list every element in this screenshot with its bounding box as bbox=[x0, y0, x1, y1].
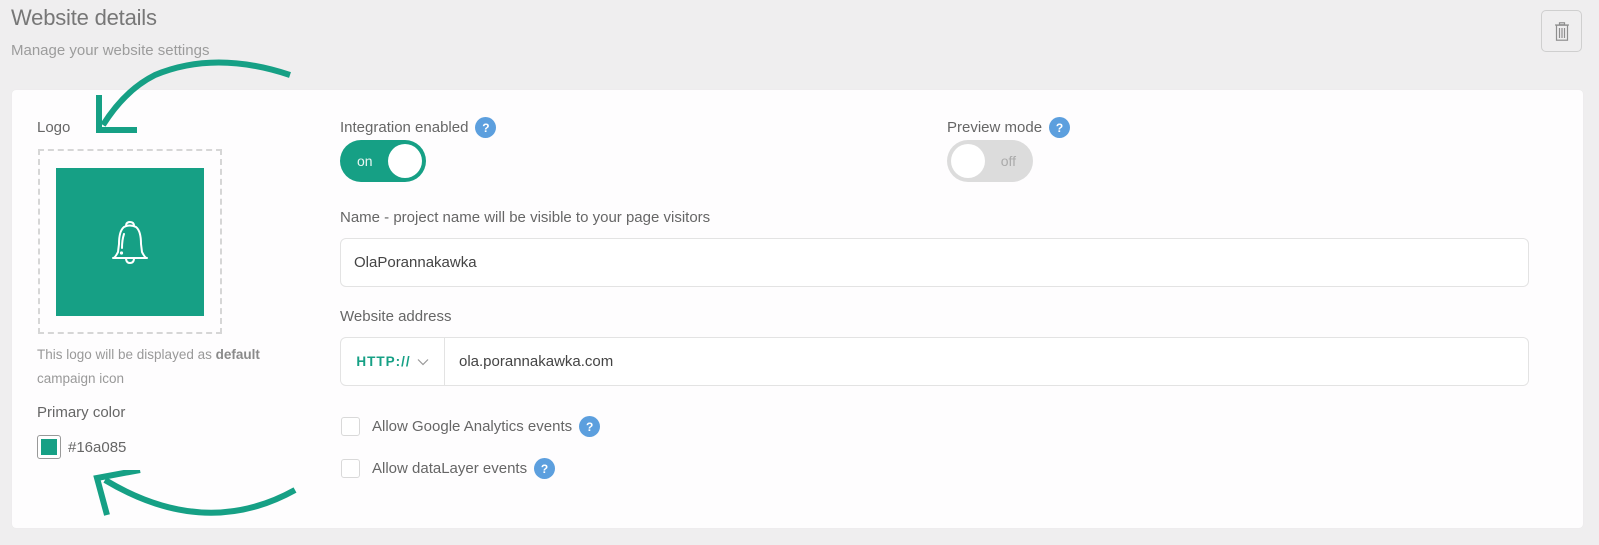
logo-preview bbox=[56, 167, 204, 316]
help-icon[interactable]: ? bbox=[579, 416, 601, 437]
help-icon[interactable]: ? bbox=[1049, 117, 1071, 138]
name-label: Name - project name will be visible to y… bbox=[340, 209, 711, 226]
logo-upload-dropzone[interactable] bbox=[38, 149, 222, 334]
help-icon[interactable]: ? bbox=[534, 458, 556, 479]
page-title: Website details bbox=[11, 5, 157, 30]
logo-hint: This logo will be displayed as default c… bbox=[37, 343, 297, 391]
chevron-down-icon bbox=[417, 358, 429, 365]
integration-label-row: Integration enabled ? bbox=[340, 117, 497, 138]
google-analytics-row: Allow Google Analytics events ? bbox=[341, 416, 601, 437]
datalayer-label: Allow dataLayer events bbox=[372, 460, 528, 477]
toggle-state-text: off bbox=[1000, 153, 1016, 169]
preview-label: Preview mode bbox=[947, 119, 1043, 136]
logo-hint-text: This logo will be displayed as bbox=[37, 347, 216, 362]
trash-icon bbox=[1554, 21, 1569, 41]
integration-label: Integration enabled bbox=[340, 119, 469, 136]
primary-color-label: Primary color bbox=[37, 404, 126, 421]
name-input[interactable]: OlaPorannakawka bbox=[340, 238, 1529, 287]
toggle-knob bbox=[388, 144, 422, 178]
settings-card: Logo This logo will be displayed as defa… bbox=[12, 90, 1583, 528]
google-analytics-label: Allow Google Analytics events bbox=[372, 418, 573, 435]
website-details-page: Website details Manage your website sett… bbox=[0, 0, 1599, 545]
color-swatch-fill bbox=[41, 439, 57, 455]
toggle-state-text: on bbox=[357, 153, 373, 169]
toggle-knob bbox=[951, 144, 985, 178]
preview-label-row: Preview mode ? bbox=[947, 117, 1071, 138]
datalayer-checkbox[interactable] bbox=[341, 459, 360, 478]
protocol-value: HTTP:// bbox=[356, 354, 411, 369]
bell-icon bbox=[112, 220, 148, 264]
logo-label: Logo bbox=[37, 119, 71, 136]
google-analytics-checkbox[interactable] bbox=[341, 417, 360, 436]
protocol-select[interactable]: HTTP:// bbox=[341, 338, 445, 385]
help-icon[interactable]: ? bbox=[475, 117, 497, 138]
logo-hint-text-end: campaign icon bbox=[37, 371, 125, 386]
color-swatch[interactable] bbox=[37, 435, 61, 459]
page-subtitle: Manage your website settings bbox=[11, 42, 210, 59]
preview-toggle[interactable]: off bbox=[947, 140, 1033, 182]
integration-toggle[interactable]: on bbox=[340, 140, 426, 182]
datalayer-row: Allow dataLayer events ? bbox=[341, 458, 556, 479]
logo-hint-bold: default bbox=[215, 347, 260, 362]
website-address-field: HTTP:// ola.porannakawka.com bbox=[340, 337, 1529, 386]
website-address-input[interactable]: ola.porannakawka.com bbox=[445, 353, 613, 370]
color-value: #16a085 bbox=[68, 438, 127, 456]
website-address-label: Website address bbox=[340, 308, 452, 325]
primary-color-picker: #16a085 bbox=[37, 435, 126, 459]
delete-button[interactable] bbox=[1541, 10, 1582, 52]
